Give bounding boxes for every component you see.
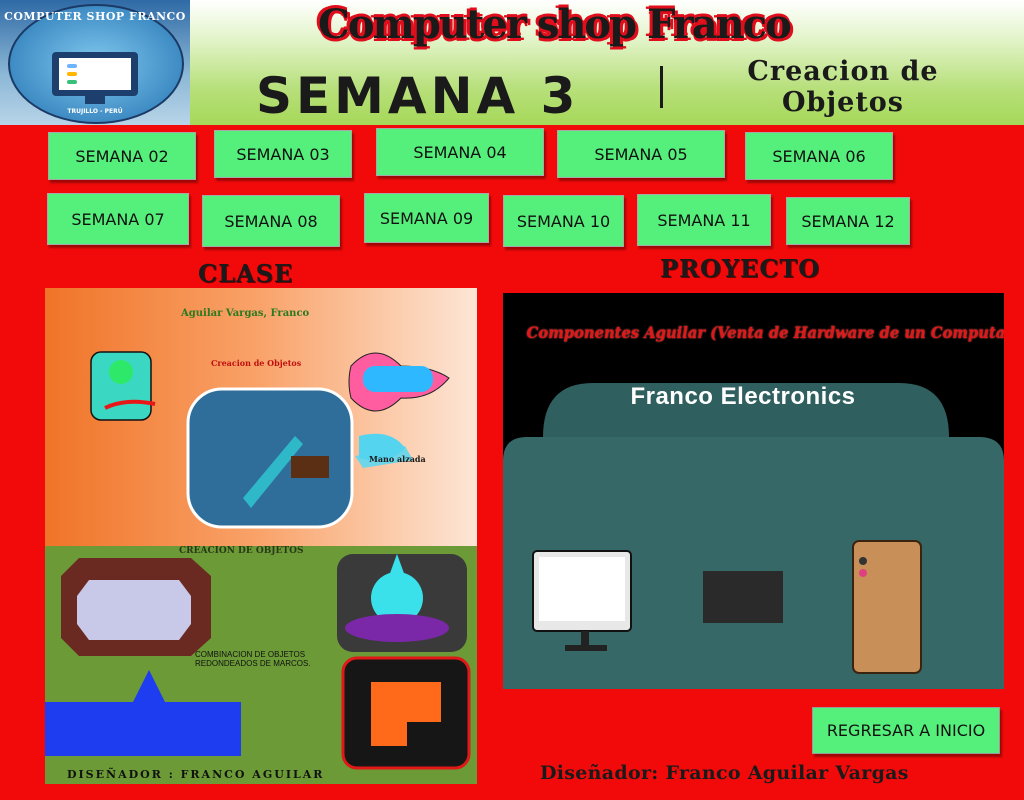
- combination-text: COMBINACION DE OBJETOS REDONDEADOS DE MA…: [195, 650, 311, 668]
- week-button-09[interactable]: SEMANA 09: [364, 193, 489, 243]
- week-button-04[interactable]: SEMANA 04: [376, 128, 544, 176]
- class-shapes: [90, 351, 450, 529]
- week-title: SEMANA 3: [256, 67, 580, 125]
- topic-title: Creacion de Objetos: [747, 56, 939, 118]
- title-separator: [660, 66, 663, 108]
- store-name: Franco Electronics: [630, 383, 856, 410]
- designer-strip: DISEÑADOR : FRANCO AGUILAR: [67, 768, 325, 781]
- class-image: Aguilar Vargas, Franco Creacion de Objet…: [45, 288, 477, 784]
- designer-credit: Diseñador: Franco Aguilar Vargas: [540, 762, 909, 784]
- week-button-10[interactable]: SEMANA 10: [503, 195, 624, 247]
- site-title: Computer shop Franco: [318, 1, 792, 48]
- monitor-icon: [52, 52, 138, 96]
- week-button-07[interactable]: SEMANA 07: [47, 193, 189, 245]
- raised-hand-label: Mano alzada: [369, 454, 426, 464]
- class-section-title: CLASE: [198, 259, 294, 288]
- back-to-home-button[interactable]: REGRESAR A INICIO: [812, 707, 1000, 754]
- logo-text: COMPUTER SHOP FRANCO: [4, 10, 186, 23]
- project-image: Componentes Aguilar (Venta de Hardware d…: [503, 293, 1004, 689]
- week-button-12[interactable]: SEMANA 12: [786, 197, 910, 245]
- shop-logo: COMPUTER SHOP FRANCO TRUJILLO - PERÚ: [0, 0, 190, 125]
- week-button-05[interactable]: SEMANA 05: [557, 130, 725, 178]
- project-section-title: PROYECTO: [660, 254, 821, 283]
- logo-subtext: TRUJILLO - PERÚ: [67, 108, 123, 115]
- week-button-11[interactable]: SEMANA 11: [637, 194, 771, 246]
- project-scene: [503, 383, 1004, 689]
- week-button-06[interactable]: SEMANA 06: [745, 132, 893, 180]
- week-button-08[interactable]: SEMANA 08: [202, 195, 340, 247]
- week-button-03[interactable]: SEMANA 03: [214, 130, 352, 178]
- week-button-02[interactable]: SEMANA 02: [48, 132, 196, 180]
